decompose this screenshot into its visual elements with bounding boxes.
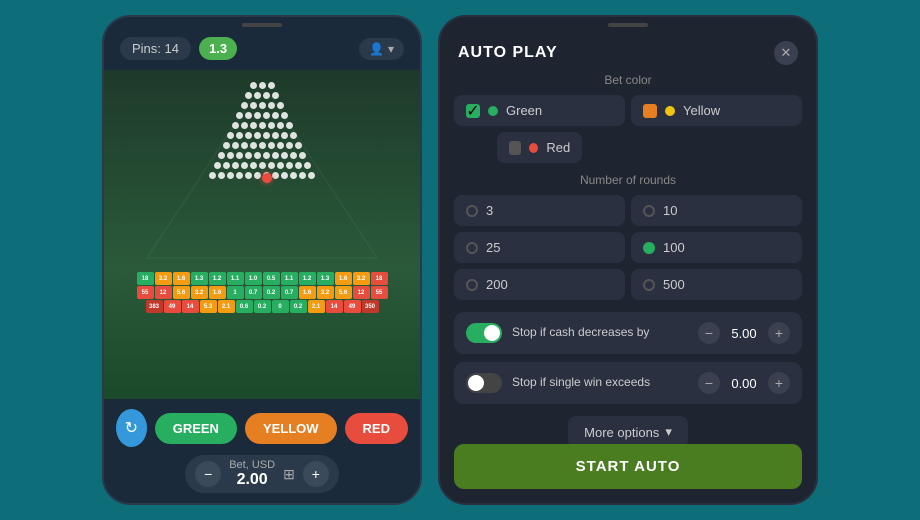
round-radio-3 bbox=[466, 205, 478, 217]
main-container: Pins: 14 1.3 👤 ▾ bbox=[0, 0, 920, 520]
yellow-checkbox bbox=[643, 104, 657, 118]
chevron-down-icon: ▾ bbox=[388, 42, 394, 56]
red-dot bbox=[529, 143, 538, 153]
score-rows: 18 3.2 1.6 1.3 1.2 1.1 1.0 0.5 1.1 1.2 1… bbox=[104, 272, 420, 314]
yellow-button[interactable]: YELLOW bbox=[245, 413, 337, 444]
more-options-button[interactable]: More options ▾ bbox=[568, 416, 688, 444]
rounds-label: Number of rounds bbox=[454, 173, 802, 187]
round-option-3[interactable]: 3 bbox=[454, 195, 625, 226]
right-panel-content: Bet color ✓ Green Yellow Red bbox=[440, 73, 816, 444]
toggle-knob-win bbox=[468, 375, 484, 391]
round-value-200: 200 bbox=[486, 277, 508, 292]
round-option-10[interactable]: 10 bbox=[631, 195, 802, 226]
stack-icon: ⊞ bbox=[283, 466, 295, 483]
pin-row-2 bbox=[132, 92, 392, 99]
phone-header: Pins: 14 1.3 👤 ▾ bbox=[104, 27, 420, 70]
pin-row-4 bbox=[132, 112, 392, 119]
round-option-25[interactable]: 25 bbox=[454, 232, 625, 263]
stop-win-label: Stop if single win exceeds bbox=[512, 375, 688, 391]
right-panel: AUTO PLAY ✕ Bet color ✓ Green Yellow bbox=[438, 15, 818, 505]
win-value-control: − 0.00 + bbox=[698, 372, 790, 394]
pin-row-5 bbox=[132, 122, 392, 129]
score-row-1: 18 3.2 1.6 1.3 1.2 1.1 1.0 0.5 1.1 1.2 1… bbox=[108, 272, 416, 285]
cash-value-control: − 5.00 + bbox=[698, 322, 790, 344]
color-buttons: ↻ GREEN YELLOW RED bbox=[116, 409, 408, 447]
round-radio-200 bbox=[466, 279, 478, 291]
pin-row-6 bbox=[132, 132, 392, 139]
yellow-dot bbox=[665, 106, 675, 116]
bet-decrease-button[interactable]: − bbox=[195, 461, 221, 487]
pin-row-9 bbox=[132, 162, 392, 169]
red-checkbox bbox=[509, 141, 522, 155]
win-increase-button[interactable]: + bbox=[768, 372, 790, 394]
user-icon: 👤 bbox=[369, 42, 384, 56]
score-row-3: 383 49 14 5.3 2.1 0.6 0.2 0 0.2 2.1 14 4… bbox=[108, 300, 416, 313]
chevron-down-icon: ▾ bbox=[665, 424, 672, 440]
round-radio-25 bbox=[466, 242, 478, 254]
pins-badge: Pins: 14 bbox=[120, 37, 191, 60]
rounds-grid: 3 10 25 100 200 bbox=[454, 195, 802, 300]
bet-increase-button[interactable]: + bbox=[303, 461, 329, 487]
round-radio-100 bbox=[643, 242, 655, 254]
bet-value: 2.00 bbox=[229, 471, 275, 489]
triangle-area bbox=[132, 78, 392, 268]
color-option-green[interactable]: ✓ Green bbox=[454, 95, 625, 126]
ball bbox=[262, 173, 272, 183]
round-value-25: 25 bbox=[486, 240, 500, 255]
pin-row-8 bbox=[132, 152, 392, 159]
red-button[interactable]: RED bbox=[345, 413, 408, 444]
round-value-500: 500 bbox=[663, 277, 685, 292]
bet-color-label: Bet color bbox=[454, 73, 802, 87]
round-radio-10 bbox=[643, 205, 655, 217]
win-value-display: 0.00 bbox=[726, 376, 762, 391]
pin-row-7 bbox=[132, 142, 392, 149]
round-option-200[interactable]: 200 bbox=[454, 269, 625, 300]
color-option-yellow[interactable]: Yellow bbox=[631, 95, 802, 126]
right-panel-header: AUTO PLAY ✕ bbox=[440, 27, 816, 73]
score-row-2: 55 12 5.6 3.2 1.6 1 0.7 0.2 0.7 1.6 3.2 … bbox=[108, 286, 416, 299]
phone-bottom: ↻ GREEN YELLOW RED − Bet, USD 2.00 ⊞ + bbox=[104, 399, 420, 503]
green-checkbox: ✓ bbox=[466, 104, 480, 118]
round-value-3: 3 bbox=[486, 203, 493, 218]
pin-row-3 bbox=[132, 102, 392, 109]
bet-row: − Bet, USD 2.00 ⊞ + bbox=[116, 455, 408, 493]
round-value-100: 100 bbox=[663, 240, 685, 255]
left-phone: Pins: 14 1.3 👤 ▾ bbox=[102, 15, 422, 505]
bet-label: Bet, USD bbox=[229, 459, 275, 471]
bet-display: Bet, USD 2.00 bbox=[229, 459, 275, 489]
bet-controls: − Bet, USD 2.00 ⊞ + bbox=[185, 455, 339, 493]
more-options-label: More options bbox=[584, 425, 659, 440]
user-icon-btn[interactable]: 👤 ▾ bbox=[359, 38, 404, 60]
round-value-10: 10 bbox=[663, 203, 677, 218]
win-decrease-button[interactable]: − bbox=[698, 372, 720, 394]
color-option-red[interactable]: Red bbox=[497, 132, 583, 163]
auto-play-title: AUTO PLAY bbox=[458, 44, 558, 62]
stop-cash-label: Stop if cash decreases by bbox=[512, 325, 688, 341]
stop-cash-row: Stop if cash decreases by − 5.00 + bbox=[454, 312, 802, 354]
stop-cash-toggle[interactable] bbox=[466, 323, 502, 343]
game-area: 18 3.2 1.6 1.3 1.2 1.1 1.0 0.5 1.1 1.2 1… bbox=[104, 70, 420, 399]
cash-increase-button[interactable]: + bbox=[768, 322, 790, 344]
cash-value-display: 5.00 bbox=[726, 326, 762, 341]
toggle-knob-cash bbox=[484, 325, 500, 341]
green-button[interactable]: GREEN bbox=[155, 413, 237, 444]
yellow-label: Yellow bbox=[683, 103, 720, 118]
round-option-100[interactable]: 100 bbox=[631, 232, 802, 263]
start-auto-button[interactable]: START AUTO bbox=[454, 444, 802, 489]
stop-win-toggle[interactable] bbox=[466, 373, 502, 393]
stop-win-row: Stop if single win exceeds − 0.00 + bbox=[454, 362, 802, 404]
multiplier-badge: 1.3 bbox=[199, 37, 237, 60]
pin-row-1 bbox=[132, 82, 392, 89]
green-label: Green bbox=[506, 103, 542, 118]
close-button[interactable]: ✕ bbox=[774, 41, 798, 65]
cash-decrease-button[interactable]: − bbox=[698, 322, 720, 344]
refresh-button[interactable]: ↻ bbox=[116, 409, 147, 447]
round-option-500[interactable]: 500 bbox=[631, 269, 802, 300]
bet-color-grid: ✓ Green Yellow Red bbox=[454, 95, 802, 163]
green-dot bbox=[488, 106, 498, 116]
red-label: Red bbox=[546, 140, 570, 155]
round-radio-500 bbox=[643, 279, 655, 291]
